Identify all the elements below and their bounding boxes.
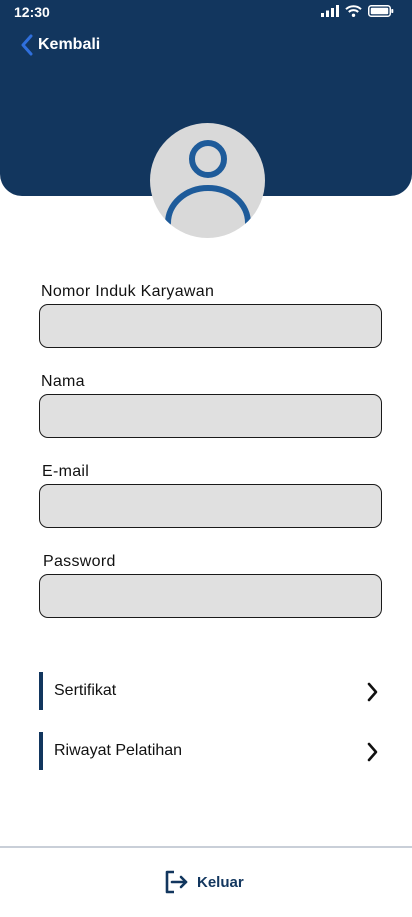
footer-divider [0, 846, 412, 848]
email-label: E-mail [42, 463, 90, 480]
chevron-right-icon [367, 742, 378, 762]
menu-item-riwayat-pelatihan[interactable]: Riwayat Pelatihan [39, 732, 384, 770]
menu-accent-bar [39, 732, 43, 770]
signal-icon [321, 5, 339, 17]
chevron-right-icon [367, 682, 378, 702]
status-time: 12:30 [14, 4, 50, 20]
email-input[interactable] [39, 484, 382, 528]
name-input[interactable] [39, 394, 382, 438]
nik-label: Nomor Induk Karyawan [41, 283, 215, 300]
menu-item-sertifikat[interactable]: Sertifikat [39, 672, 384, 710]
menu-accent-bar [39, 672, 43, 710]
menu-item-label: Riwayat Pelatihan [54, 742, 183, 759]
back-button[interactable]: Kembali [20, 33, 100, 57]
status-icons [321, 5, 394, 17]
nik-input[interactable] [39, 304, 382, 348]
avatar[interactable] [150, 123, 265, 238]
password-label: Password [43, 553, 116, 570]
password-input[interactable] [39, 574, 382, 618]
status-bar: 12:30 [0, 0, 412, 26]
logout-label: Keluar [197, 873, 244, 891]
logout-icon [165, 870, 188, 894]
user-icon [165, 140, 251, 226]
name-label: Nama [41, 373, 85, 390]
back-label: Kembali [38, 36, 101, 53]
logout-button[interactable]: Keluar [163, 868, 244, 896]
battery-icon [368, 5, 394, 17]
wifi-icon [345, 5, 362, 17]
menu-item-label: Sertifikat [54, 682, 117, 699]
back-chevron-icon [21, 34, 33, 56]
